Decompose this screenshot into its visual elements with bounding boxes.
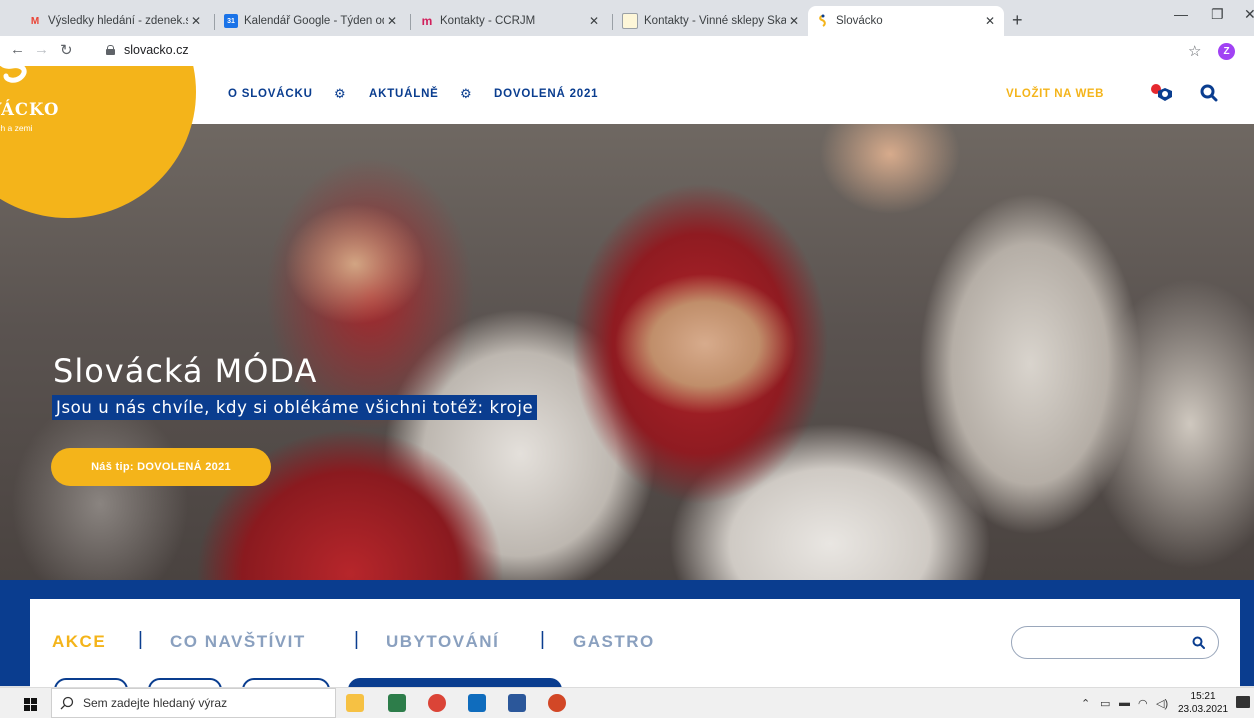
chevron-up-icon[interactable]: ⌃: [1081, 697, 1090, 710]
close-tab-icon[interactable]: ✕: [384, 14, 400, 28]
powerpoint-icon[interactable]: [548, 694, 566, 712]
volume-icon[interactable]: ◁): [1156, 697, 1168, 710]
app-icon[interactable]: [388, 694, 406, 712]
browser-tab[interactable]: Kontakty - Vinné sklepy Skalák ✕: [614, 6, 808, 36]
gear-icon: ⚙: [334, 86, 346, 101]
system-clock[interactable]: 15:21 23.03.2021: [1178, 690, 1228, 716]
new-tab-button[interactable]: +: [1012, 10, 1023, 31]
clock-date: 23.03.2021: [1178, 704, 1229, 715]
file-explorer-icon[interactable]: [346, 694, 364, 712]
nav-dovolena[interactable]: DOVOLENÁ 2021: [494, 88, 598, 100]
page-icon: [622, 13, 638, 29]
close-tab-icon[interactable]: ✕: [982, 14, 998, 28]
favorites-hearts-icon[interactable]: [1148, 82, 1176, 109]
tab-akce[interactable]: AKCE: [52, 632, 106, 652]
battery-icon[interactable]: ▬: [1119, 697, 1130, 709]
category-search-input[interactable]: [1011, 626, 1219, 659]
close-tab-icon[interactable]: ✕: [786, 14, 802, 28]
forward-icon[interactable]: →: [34, 41, 49, 58]
taskbar-search-placeholder: Sem zadejte hledaný výraz: [83, 696, 228, 710]
search-icon: [60, 696, 74, 715]
calendar-icon: 31: [224, 14, 238, 28]
tablet-icon[interactable]: ▭: [1100, 697, 1110, 710]
vlozit-na-web-link[interactable]: VLOŽIT NA WEB: [1006, 88, 1104, 100]
url-text: slovacko.cz: [124, 43, 189, 57]
lock-icon: [106, 45, 115, 55]
gear-icon: ⚙: [460, 86, 472, 101]
address-bar[interactable]: slovacko.cz: [106, 43, 189, 57]
chrome-icon[interactable]: [428, 694, 446, 712]
profile-avatar[interactable]: Z: [1218, 43, 1235, 60]
nav-o-slovacku[interactable]: O SLOVÁCKU: [228, 88, 313, 100]
m-icon: m: [421, 14, 433, 28]
slovacko-icon: [816, 14, 830, 28]
search-icon[interactable]: [1192, 636, 1205, 654]
browser-tab[interactable]: 31 Kalendář Google - Týden od 22. ✕: [216, 6, 406, 36]
logo-name: SLOVÁCKO: [0, 100, 60, 119]
close-window-icon[interactable]: ✕: [1244, 6, 1254, 23]
web-page: Slovácká MÓDA Jsou u nás chvíle, kdy si …: [0, 66, 1254, 686]
hero-subtitle: Jsou u nás chvíle, kdy si oblékáme všich…: [52, 395, 538, 420]
tab-ubytovani[interactable]: UBYTOVÁNÍ: [386, 632, 499, 652]
notifications-icon[interactable]: [1236, 696, 1250, 708]
browser-tab-active[interactable]: Slovácko ✕: [808, 6, 1004, 36]
browser-tab[interactable]: m Kontakty - CCRJM ✕: [412, 6, 608, 36]
tab-gastro[interactable]: GASTRO: [573, 632, 655, 652]
search-icon[interactable]: [1200, 84, 1218, 107]
tab-co-navstivit[interactable]: CO NAVŠTÍVIT: [170, 632, 306, 652]
hero-title: Slovácká MÓDA: [53, 352, 318, 390]
close-tab-icon[interactable]: ✕: [188, 14, 204, 28]
logo-tagline: Slunce v lidech a zemi: [0, 123, 33, 133]
wifi-icon[interactable]: ◠: [1138, 697, 1148, 710]
browser-toolbar: ← → ↻ slovacko.cz ☆ Z: [0, 36, 1254, 66]
browser-tab-strip: M Výsledky hledání - zdenek.smyd( ✕ 31 K…: [0, 0, 1254, 36]
hero-slider: Slovácká MÓDA Jsou u nás chvíle, kdy si …: [0, 124, 1254, 580]
maximize-icon[interactable]: ❐: [1211, 6, 1224, 23]
back-icon[interactable]: ←: [10, 41, 25, 58]
gmail-icon: M: [30, 15, 40, 27]
bookmark-star-icon[interactable]: ☆: [1188, 42, 1201, 60]
windows-taskbar: Sem zadejte hledaný výraz ⌃ ▭ ▬ ◠ ◁) 15:…: [0, 687, 1254, 718]
close-tab-icon[interactable]: ✕: [586, 14, 602, 28]
reload-icon[interactable]: ↻: [60, 41, 73, 59]
clock-time: 15:21: [1190, 691, 1216, 702]
outlook-icon[interactable]: [468, 694, 486, 712]
tip-button[interactable]: Náš tip: DOVOLENÁ 2021: [51, 448, 271, 486]
word-icon[interactable]: [508, 694, 526, 712]
windows-start-icon[interactable]: [24, 698, 37, 711]
nav-aktualne[interactable]: AKTUÁLNĚ: [369, 88, 439, 100]
sun-logo-icon: [0, 66, 38, 95]
browser-tab[interactable]: M Výsledky hledání - zdenek.smyd( ✕: [20, 6, 210, 36]
minimize-icon[interactable]: —: [1174, 6, 1188, 22]
